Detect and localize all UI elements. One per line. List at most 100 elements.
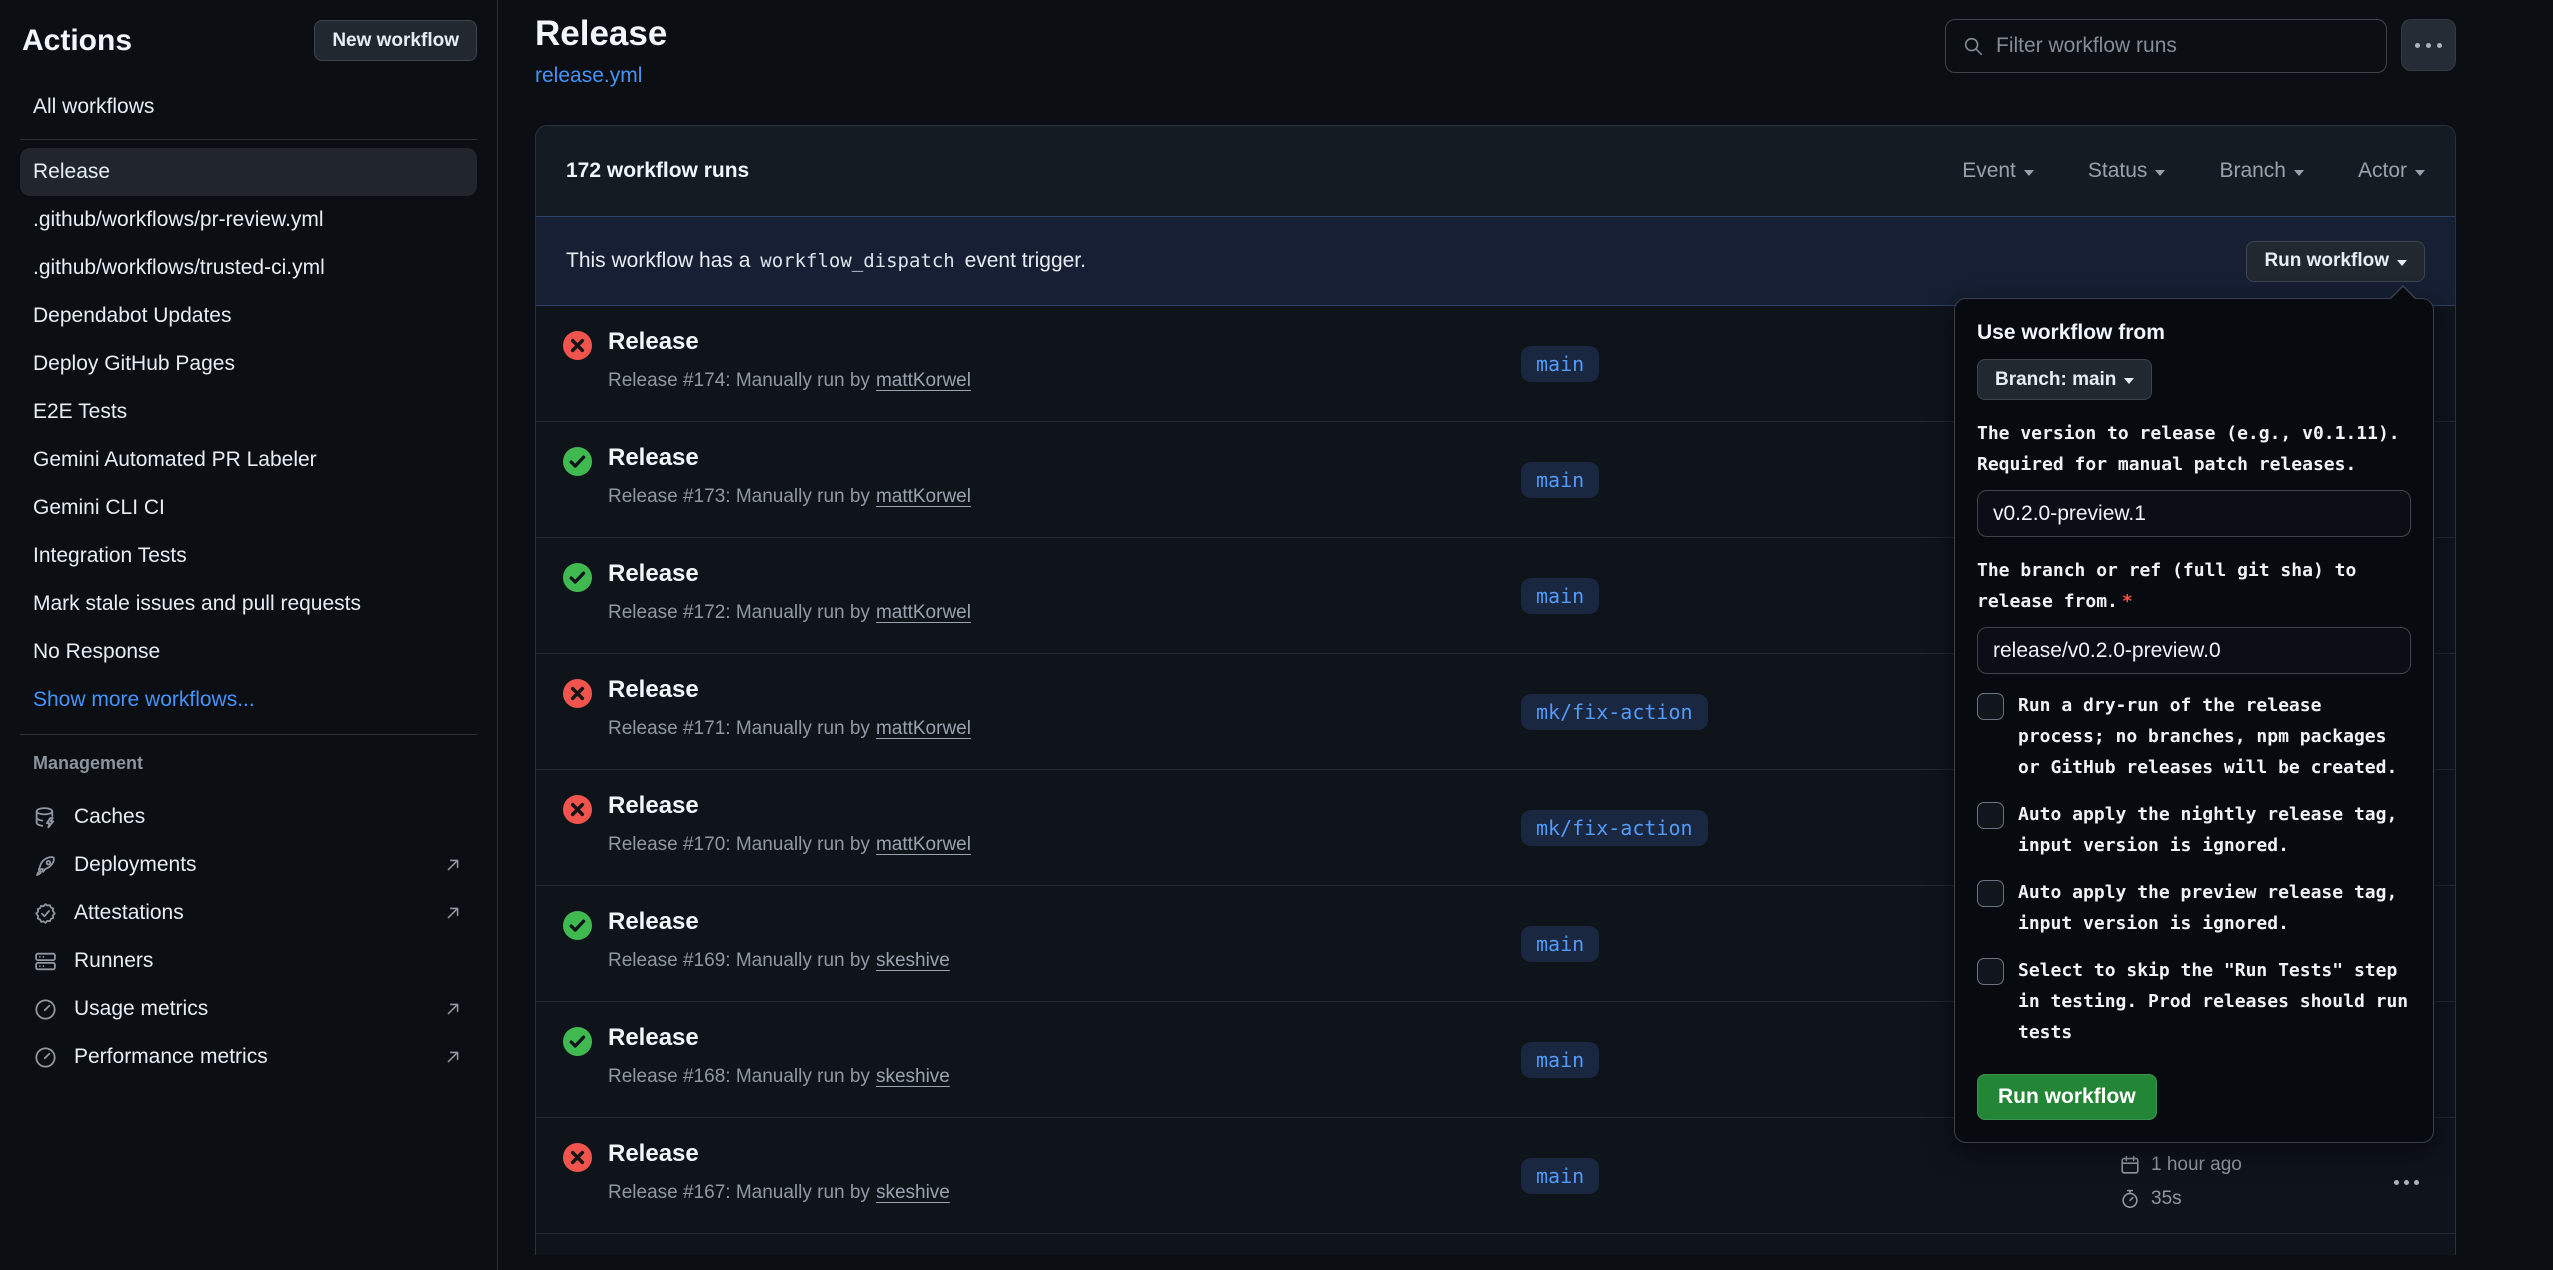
actor-link[interactable]: skeshive bbox=[876, 950, 950, 971]
run-title-link[interactable]: Release bbox=[608, 444, 699, 472]
show-more-workflows-link[interactable]: Show more workflows... bbox=[20, 676, 477, 724]
sidebar-workflow-label: No Response bbox=[33, 640, 160, 663]
filter-workflow-runs-input[interactable] bbox=[1996, 34, 2370, 58]
checkbox[interactable] bbox=[1977, 958, 2004, 985]
branch-select-button[interactable]: Branch: main bbox=[1977, 359, 2152, 400]
sidebar-workflow-item[interactable]: Integration Tests bbox=[20, 532, 477, 580]
management-section-label: Management bbox=[33, 753, 477, 777]
sidebar-management-item[interactable]: Attestations bbox=[20, 889, 477, 937]
external-link-icon bbox=[442, 902, 464, 924]
sidebar-workflow-item[interactable]: Dependabot Updates bbox=[20, 292, 477, 340]
run-title-link[interactable]: Release bbox=[608, 908, 699, 936]
workflow-dispatch-banner: This workflow has a workflow_dispatch ev… bbox=[536, 216, 2455, 306]
branch-badge[interactable]: main bbox=[1521, 1042, 1599, 1078]
filter-dropdown[interactable]: Status bbox=[2088, 159, 2166, 183]
run-title-link[interactable]: Release bbox=[608, 1140, 699, 1168]
chevron-down-icon bbox=[2294, 170, 2304, 181]
workflow-options-kebab-button[interactable] bbox=[2401, 19, 2456, 71]
filter-dropdown[interactable]: Event bbox=[1962, 159, 2034, 183]
checkbox[interactable] bbox=[1977, 693, 2004, 720]
run-workflow-dropdown-button[interactable]: Run workflow bbox=[2246, 241, 2425, 282]
sidebar-management-item[interactable]: Caches bbox=[20, 793, 477, 841]
actor-link[interactable]: mattKorwel bbox=[876, 486, 971, 507]
branch-badge[interactable]: main bbox=[1521, 462, 1599, 498]
filter-dropdown-label: Status bbox=[2088, 159, 2148, 183]
run-title-link[interactable]: Release bbox=[608, 1024, 699, 1052]
filter-dropdown[interactable]: Actor bbox=[2358, 159, 2425, 183]
management-item-icon bbox=[33, 1045, 58, 1070]
actor-link[interactable]: mattKorwel bbox=[876, 370, 971, 391]
actor-link[interactable]: mattKorwel bbox=[876, 718, 971, 739]
version-input[interactable] bbox=[1977, 490, 2411, 537]
version-input-label: The version to release (e.g., v0.1.11). … bbox=[1977, 418, 2411, 480]
sidebar-workflow-label: Release bbox=[33, 160, 110, 183]
branch-badge[interactable]: mk/fix-action bbox=[1521, 810, 1708, 846]
run-time: 1 hour ago bbox=[2151, 1154, 2242, 1176]
actor-link[interactable]: mattKorwel bbox=[876, 602, 971, 623]
checkbox[interactable] bbox=[1977, 880, 2004, 907]
ref-input[interactable] bbox=[1977, 627, 2411, 674]
sidebar-workflow-item[interactable]: Gemini Automated PR Labeler bbox=[20, 436, 477, 484]
branch-badge[interactable]: main bbox=[1521, 1158, 1599, 1194]
actor-link[interactable]: skeshive bbox=[876, 1182, 950, 1203]
page-title: Release bbox=[535, 14, 667, 54]
run-options-kebab[interactable] bbox=[2394, 1180, 2419, 1185]
run-title-link[interactable]: Release bbox=[608, 792, 699, 820]
sidebar-workflow-item[interactable]: No Response bbox=[20, 628, 477, 676]
success-check-icon bbox=[562, 446, 593, 477]
filter-dropdown-label: Branch bbox=[2219, 159, 2286, 183]
branch-badge[interactable]: main bbox=[1521, 346, 1599, 382]
sidebar-workflow-label: .github/workflows/pr-review.yml bbox=[33, 208, 324, 231]
sidebar-workflow-item[interactable]: Deploy GitHub Pages bbox=[20, 340, 477, 388]
workflow-input-checkbox-row[interactable]: Select to skip the "Run Tests" step in t… bbox=[1977, 955, 2411, 1048]
sidebar-workflow-item[interactable]: .github/workflows/trusted-ci.yml bbox=[20, 244, 477, 292]
new-workflow-button[interactable]: New workflow bbox=[314, 20, 477, 61]
run-title-link[interactable]: Release bbox=[608, 676, 699, 704]
management-item-icon bbox=[33, 997, 58, 1022]
ref-input-label: The branch or ref (full git sha) to rele… bbox=[1977, 555, 2411, 617]
sidebar-management-item[interactable]: Usage metrics bbox=[20, 985, 477, 1033]
chevron-down-icon bbox=[2155, 170, 2165, 181]
sidebar-workflow-item[interactable]: Mark stale issues and pull requests bbox=[20, 580, 477, 628]
workflow-input-checkbox-row[interactable]: Auto apply the nightly release tag, inpu… bbox=[1977, 799, 2411, 861]
run-title-link[interactable]: Release bbox=[608, 328, 699, 356]
sidebar-workflow-label: Mark stale issues and pull requests bbox=[33, 592, 361, 615]
checkbox-label: Auto apply the nightly release tag, inpu… bbox=[2018, 799, 2411, 861]
sidebar-workflow-label: Dependabot Updates bbox=[33, 304, 232, 327]
main-content: Release release.yml 172 workflow runs Ev… bbox=[498, 0, 2553, 1270]
sidebar-workflow-item[interactable]: .github/workflows/pr-review.yml bbox=[20, 196, 477, 244]
run-title-link[interactable]: Release bbox=[608, 560, 699, 588]
workflow-file-link[interactable]: release.yml bbox=[535, 64, 642, 88]
run-workflow-submit-button[interactable]: Run workflow bbox=[1977, 1074, 2157, 1120]
search-icon bbox=[1962, 34, 1984, 58]
sidebar-item-all-workflows[interactable]: All workflows bbox=[20, 83, 477, 131]
checkbox[interactable] bbox=[1977, 802, 2004, 829]
branch-badge[interactable]: main bbox=[1521, 926, 1599, 962]
sidebar-workflow-label: .github/workflows/trusted-ci.yml bbox=[33, 256, 325, 279]
failure-x-icon bbox=[562, 330, 593, 361]
sidebar-management-item[interactable]: Deployments bbox=[20, 841, 477, 889]
management-item-label: Runners bbox=[74, 949, 153, 973]
sidebar-divider bbox=[20, 734, 477, 735]
management-item-icon bbox=[33, 853, 58, 878]
sidebar-management-item[interactable]: Performance metrics bbox=[20, 1033, 477, 1081]
management-list: Caches Deployments Attestations Runners … bbox=[20, 793, 477, 1081]
header-actions bbox=[1945, 19, 2456, 73]
runs-card-header: 172 workflow runs Event Status Branch Ac… bbox=[536, 126, 2455, 216]
actor-link[interactable]: skeshive bbox=[876, 1066, 950, 1087]
sidebar-workflow-item[interactable]: E2E Tests bbox=[20, 388, 477, 436]
filter-dropdown[interactable]: Branch bbox=[2219, 159, 2304, 183]
branch-badge[interactable]: mk/fix-action bbox=[1521, 694, 1708, 730]
external-link-icon bbox=[442, 998, 464, 1020]
actor-link[interactable]: mattKorwel bbox=[876, 834, 971, 855]
management-item-label: Attestations bbox=[74, 901, 184, 925]
workflow-input-checkbox-row[interactable]: Auto apply the preview release tag, inpu… bbox=[1977, 877, 2411, 939]
sidebar-workflow-label: Gemini Automated PR Labeler bbox=[33, 448, 317, 471]
sidebar-management-item[interactable]: Runners bbox=[20, 937, 477, 985]
branch-badge[interactable]: main bbox=[1521, 578, 1599, 614]
sidebar-workflow-item[interactable]: Gemini CLI CI bbox=[20, 484, 477, 532]
run-description: Release #167: Manually run byskeshive bbox=[608, 1182, 950, 1204]
sidebar-workflow-item[interactable]: Release bbox=[20, 148, 477, 196]
workflow-input-checkbox-row[interactable]: Run a dry-run of the release process; no… bbox=[1977, 690, 2411, 783]
filter-dropdown-label: Event bbox=[1962, 159, 2016, 183]
